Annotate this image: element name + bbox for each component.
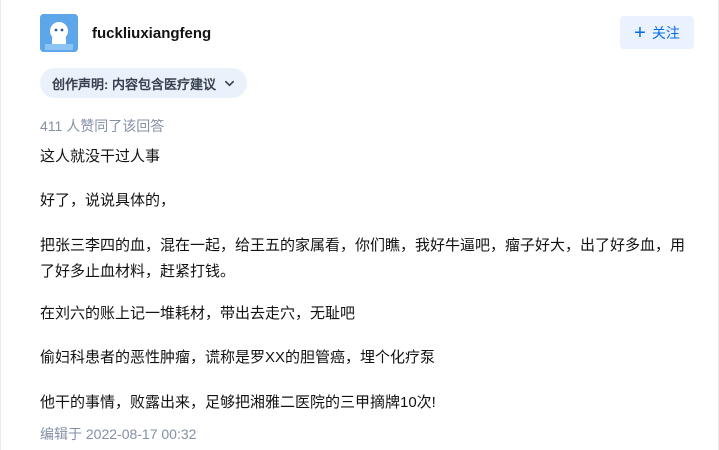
follow-button[interactable]: + 关注 <box>620 16 694 49</box>
declaration-label: 创作声明: 内容包含医疗建议 <box>52 76 216 92</box>
vote-count: 411 人赞同了该回答 <box>40 118 165 134</box>
avatar[interactable] <box>40 14 78 52</box>
plus-icon: + <box>634 21 646 44</box>
creation-declaration[interactable]: 创作声明: 内容包含医疗建议 <box>40 68 247 98</box>
author-info: fuckliuxiangfeng <box>40 14 211 52</box>
answer-paragraph: 偷妇科患者的恶性肿瘤，谎称是罗XX的胆管癌，埋个化疗泵 <box>40 349 436 366</box>
answer-paragraph: 在刘六的账上记一堆耗材，带出去走穴，无耻吧 <box>40 305 356 322</box>
answer-card: fuckliuxiangfeng + 关注 创作声明: 内容包含医疗建议 411… <box>0 0 719 450</box>
follow-label: 关注 <box>651 24 680 41</box>
edit-timestamp[interactable]: 编辑于 2022-08-17 00:32 <box>40 424 196 444</box>
answer-paragraph: 他干的事情，败露出来，足够把湘雅二医院的三甲摘牌10次! <box>40 394 436 411</box>
answer-paragraph: 好了，说说具体的， <box>40 192 176 209</box>
answer-paragraph: 这人就没干过人事 <box>40 148 161 165</box>
author-name[interactable]: fuckliuxiangfeng <box>92 25 211 42</box>
avatar-icon <box>40 14 78 52</box>
chevron-down-icon <box>224 80 234 86</box>
answer-paragraph: 把张三李四的血，混在一起，给王五的家属看，你们瞧，我好牛逼吧，瘤子好大，出了好多… <box>40 237 686 280</box>
